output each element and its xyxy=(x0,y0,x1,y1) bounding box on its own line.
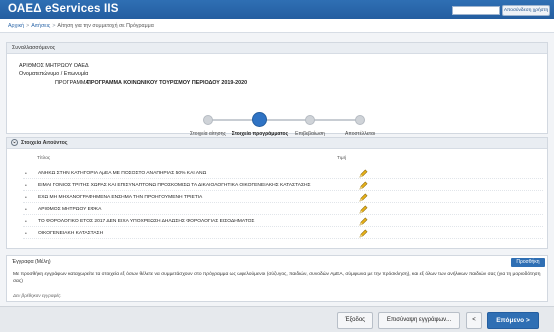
row-title: ΕΧΩ ΜΗ ΜΗΧΑΝΟΓΡΑΦΗΜΕΝΑ ΕΝΣΗΜΑ ΤΗΝ ΠΡΟΗΓΟ… xyxy=(38,195,203,200)
table-row: • ΕΙΜΑΙ ΓΟΝΙΟΣ ΤΡΙΤΗΣ ΧΩΡΑΣ ΚΑΙ ΕΠΙΣΥΝΑΠ… xyxy=(23,180,543,191)
edit-pencil-icon[interactable] xyxy=(359,205,368,214)
elements-panel-title: Στοιχεία Αιτούντος xyxy=(21,140,68,146)
program-value: ΠΡΟΓΡΑΜΜΑ ΚΟΙΝΩΝΙΚΟΥ ΤΟΥΡΙΣΜΟΥ ΠΕΡΙΟΔΟΥ … xyxy=(87,80,248,86)
breadcrumb-separator: > xyxy=(52,23,56,29)
logout-button[interactable]: Αποσύνδεση χρήστη xyxy=(502,5,550,16)
column-title: Τίτλος xyxy=(37,156,51,161)
row-title: ΑΝΗΚΩ ΣΤΗΝ ΚΑΤΗΓΟΡΙΑ ΑμΕΑ ΜΕ ΠΟΣΟΣΤΟ ΑΝΑ… xyxy=(38,171,207,176)
attach-documents-button[interactable]: Επισύναψη εγγράφων... xyxy=(378,312,460,329)
bullet-icon: • xyxy=(25,231,27,237)
table-row: • ΑΝΗΚΩ ΣΤΗΝ ΚΑΤΗΓΟΡΙΑ ΑμΕΑ ΜΕ ΠΟΣΟΣΤΟ Α… xyxy=(23,168,543,179)
table-row: • ΤΟ ΦΟΡΟΛΟΓΙΚΟ ΕΤΟΣ 2017 ΔΕΝ ΕΙΧΑ ΥΠΟΧΡ… xyxy=(23,216,543,227)
breadcrumb: Αρχική > Αιτήσεις > Αίτηση για την συμμετοχή… xyxy=(8,23,154,29)
documents-description: Με προσθήκη εγγράφων καταχωρείτε τα στοι… xyxy=(13,272,541,284)
step-3-dot xyxy=(305,115,315,125)
edit-pencil-icon[interactable] xyxy=(359,169,368,178)
next-button[interactable]: Επόμενο > xyxy=(487,312,539,329)
breadcrumb-bar: Αρχική > Αιτήσεις > Αίτηση για την συμμετοχή… xyxy=(0,19,554,33)
edit-pencil-icon[interactable] xyxy=(359,193,368,202)
bullet-icon: • xyxy=(25,171,27,177)
top-bar: ΟΑΕΔ eServices IIS Αποσύνδεση χρήστη xyxy=(0,0,554,19)
step-4-dot xyxy=(355,115,365,125)
breadcrumb-separator: > xyxy=(26,23,30,29)
add-document-button[interactable]: Προσθήκη xyxy=(511,258,545,267)
table-row: • ΕΧΩ ΜΗ ΜΗΧΑΝΟΓΡΑΦΗΜΕΝΑ ΕΝΣΗΜΑ ΤΗΝ ΠΡΟΗ… xyxy=(23,192,543,203)
wizard-steps: Στοιχεία αίτησης Στοιχεία προγράμματος Ε… xyxy=(181,109,391,139)
documents-panel: Έγγραφα (Μέλη) Προσθήκη Με προσθήκη εγγρ… xyxy=(6,255,548,302)
name-label: Ονοματεπώνυμο / Επωνυμία xyxy=(19,71,89,77)
edit-pencil-icon[interactable] xyxy=(359,217,368,226)
bullet-icon: • xyxy=(25,219,27,225)
column-value: Τιμή xyxy=(337,156,347,161)
program-label: ΠΡΟΓΡΑΜΜΑ xyxy=(55,80,90,86)
table-row: • ΟΙΚΟΓΕΝΕΙΑΚΗ ΚΑΤΑΣΤΑΣΗ xyxy=(23,228,543,239)
bullet-icon: • xyxy=(25,207,27,213)
documents-title: Έγγραφα (Μέλη) xyxy=(12,259,51,265)
breadcrumb-applications[interactable]: Αιτήσεις xyxy=(31,23,50,29)
app-title: ΟΑΕΔ eServices IIS xyxy=(8,3,119,15)
table-row: • ΑΡΙΘΜΟΣ ΜΗΤΡΩΟΥ ΕΦΚΑ xyxy=(23,204,543,215)
footer-bar: Έξοδος Επισύναψη εγγράφων... < Επόμενο > xyxy=(0,306,554,332)
edit-pencil-icon[interactable] xyxy=(359,181,368,190)
elements-panel-header[interactable]: ⌄ Στοιχεία Αιτούντος xyxy=(7,138,547,149)
row-title: ΕΙΜΑΙ ΓΟΝΙΟΣ ΤΡΙΤΗΣ ΧΩΡΑΣ ΚΑΙ ΕΠΙΣΥΝΑΠΤΟ… xyxy=(38,183,311,188)
edit-pencil-icon[interactable] xyxy=(359,229,368,238)
exit-button[interactable]: Έξοδος xyxy=(337,312,373,329)
user-name-field xyxy=(452,6,500,15)
step-2-dot xyxy=(252,112,267,127)
applicant-elements-panel: ⌄ Στοιχεία Αιτούντος Τίτλος Τιμή • ΑΝΗΚΩ … xyxy=(6,137,548,249)
registry-label: ΑΡΙΘΜΟΣ ΜΗΤΡΩΟΥ ΟΑΕΔ xyxy=(19,63,89,69)
documents-empty-text: Δεν βρέθηκαν εγγραφές. xyxy=(13,293,62,298)
back-button[interactable]: < xyxy=(466,312,482,329)
bullet-icon: • xyxy=(25,195,27,201)
row-title: ΟΙΚΟΓΕΝΕΙΑΚΗ ΚΑΤΑΣΤΑΣΗ xyxy=(38,231,104,236)
collapse-icon[interactable]: ⌄ xyxy=(11,138,18,146)
applicant-panel-title: Συναλλασσόμενος xyxy=(7,43,547,54)
breadcrumb-home[interactable]: Αρχική xyxy=(8,23,24,29)
breadcrumb-current: Αίτηση για την συμμετοχή σε Πρόγραμμα xyxy=(57,23,154,29)
row-title: ΑΡΙΘΜΟΣ ΜΗΤΡΩΟΥ ΕΦΚΑ xyxy=(38,207,102,212)
applicant-panel: Συναλλασσόμενος ΑΡΙΘΜΟΣ ΜΗΤΡΩΟΥ ΟΑΕΔ Ονο… xyxy=(6,42,548,137)
step-1-dot xyxy=(203,115,213,125)
step-line xyxy=(207,119,363,121)
bullet-icon: • xyxy=(25,183,27,189)
row-title: ΤΟ ΦΟΡΟΛΟΓΙΚΟ ΕΤΟΣ 2017 ΔΕΝ ΕΙΧΑ ΥΠΟΧΡΕΩ… xyxy=(38,219,255,224)
